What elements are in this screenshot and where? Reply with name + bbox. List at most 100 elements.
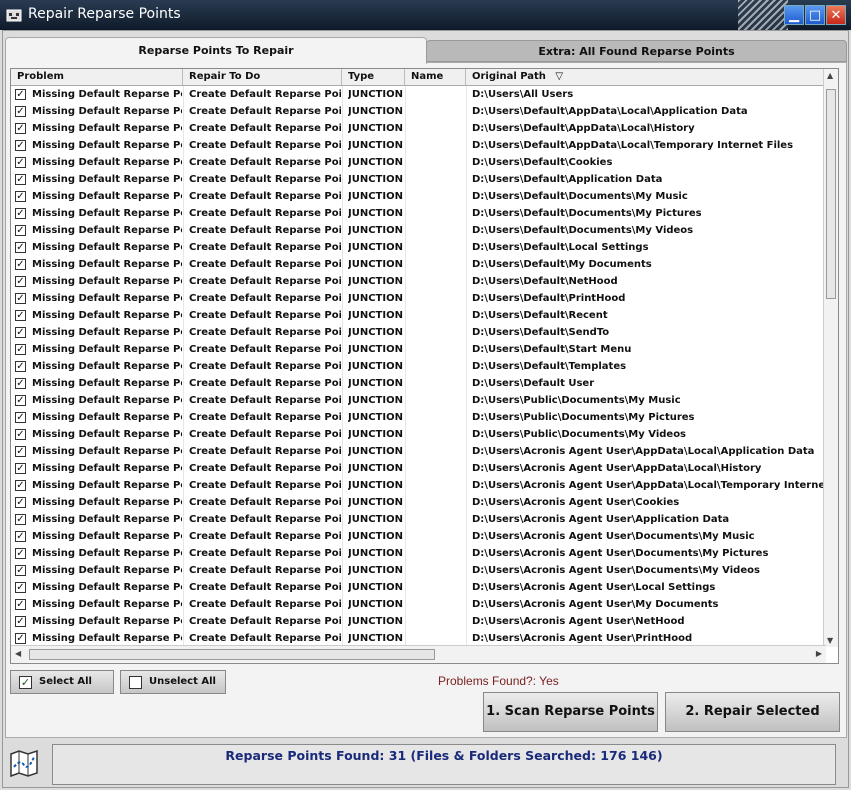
row-checkbox[interactable]: ✓ bbox=[15, 412, 26, 423]
select-all-button[interactable]: ✓ Select All bbox=[10, 670, 114, 694]
column-header-problem[interactable]: Problem bbox=[11, 69, 183, 85]
table-row[interactable]: ✓ Missing Default Reparse Point Create Def… bbox=[11, 511, 826, 528]
table-row[interactable]: ✓ Missing Default Reparse Point Create Def… bbox=[11, 375, 826, 392]
table-row[interactable]: ✓ Missing Default Reparse Point Create Def… bbox=[11, 86, 826, 103]
tab-reparse-points-to-repair[interactable]: Reparse Points To Repair bbox=[5, 37, 427, 64]
table-row[interactable]: ✓ Missing Default Reparse Point Create Def… bbox=[11, 460, 826, 477]
table-row[interactable]: ✓ Missing Default Reparse Point Create Def… bbox=[11, 443, 826, 460]
horizontal-scrollbar[interactable]: ◀ ▶ bbox=[11, 645, 826, 663]
close-button[interactable]: ✕ bbox=[826, 5, 846, 25]
column-header-type[interactable]: Type bbox=[342, 69, 405, 85]
table-row[interactable]: ✓ Missing Default Reparse Point Create Def… bbox=[11, 545, 826, 562]
row-checkbox[interactable]: ✓ bbox=[15, 514, 26, 525]
row-checkbox[interactable]: ✓ bbox=[15, 395, 26, 406]
row-checkbox[interactable]: ✓ bbox=[15, 633, 26, 644]
row-checkbox[interactable]: ✓ bbox=[15, 225, 26, 236]
table-row[interactable]: ✓ Missing Default Reparse Point Create Def… bbox=[11, 358, 826, 375]
table-row[interactable]: ✓ Missing Default Reparse Point Create Def… bbox=[11, 307, 826, 324]
table-row[interactable]: ✓ Missing Default Reparse Point Create Def… bbox=[11, 630, 826, 646]
repair-selected-button[interactable]: 2. Repair Selected bbox=[665, 692, 840, 732]
row-checkbox[interactable]: ✓ bbox=[15, 548, 26, 559]
table-row[interactable]: ✓ Missing Default Reparse Point Create Def… bbox=[11, 154, 826, 171]
table-row[interactable]: ✓ Missing Default Reparse Point Create Def… bbox=[11, 613, 826, 630]
cell-problem: Missing Default Reparse Point bbox=[32, 140, 182, 151]
row-checkbox[interactable]: ✓ bbox=[15, 378, 26, 389]
horizontal-scroll-thumb[interactable] bbox=[29, 649, 435, 660]
vertical-scroll-thumb[interactable] bbox=[826, 89, 836, 299]
unselect-all-checkbox[interactable] bbox=[129, 676, 142, 689]
row-checkbox[interactable]: ✓ bbox=[15, 208, 26, 219]
row-checkbox[interactable]: ✓ bbox=[15, 429, 26, 440]
row-checkbox[interactable]: ✓ bbox=[15, 123, 26, 134]
table-row[interactable]: ✓ Missing Default Reparse Point Create Def… bbox=[11, 103, 826, 120]
row-checkbox[interactable]: ✓ bbox=[15, 191, 26, 202]
table-row[interactable]: ✓ Missing Default Reparse Point Create Def… bbox=[11, 409, 826, 426]
row-checkbox[interactable]: ✓ bbox=[15, 497, 26, 508]
table-row[interactable]: ✓ Missing Default Reparse Point Create Def… bbox=[11, 324, 826, 341]
table-row[interactable]: ✓ Missing Default Reparse Point Create Def… bbox=[11, 528, 826, 545]
row-checkbox[interactable]: ✓ bbox=[15, 310, 26, 321]
table-row[interactable]: ✓ Missing Default Reparse Point Create Def… bbox=[11, 426, 826, 443]
table-row[interactable]: ✓ Missing Default Reparse Point Create Def… bbox=[11, 341, 826, 358]
row-checkbox[interactable]: ✓ bbox=[15, 327, 26, 338]
table-row[interactable]: ✓ Missing Default Reparse Point Create Def… bbox=[11, 205, 826, 222]
table-row[interactable]: ✓ Missing Default Reparse Point Create Def… bbox=[11, 596, 826, 613]
row-checkbox[interactable]: ✓ bbox=[15, 89, 26, 100]
table-row[interactable]: ✓ Missing Default Reparse Point Create Def… bbox=[11, 256, 826, 273]
row-checkbox[interactable]: ✓ bbox=[15, 174, 26, 185]
row-checkbox[interactable]: ✓ bbox=[15, 242, 26, 253]
table-row[interactable]: ✓ Missing Default Reparse Point Create Def… bbox=[11, 120, 826, 137]
table-row[interactable]: ✓ Missing Default Reparse Point Create Def… bbox=[11, 188, 826, 205]
row-checkbox[interactable]: ✓ bbox=[15, 599, 26, 610]
cell-original-path: D:\Users\Public\Documents\My Pictures bbox=[472, 412, 695, 423]
tab-all-found-reparse-points[interactable]: Extra: All Found Reparse Points bbox=[426, 40, 847, 62]
row-checkbox[interactable]: ✓ bbox=[15, 293, 26, 304]
select-all-checkbox[interactable]: ✓ bbox=[19, 676, 32, 689]
table-row[interactable]: ✓ Missing Default Reparse Point Create Def… bbox=[11, 392, 826, 409]
unselect-all-button[interactable]: Unselect All bbox=[120, 670, 226, 694]
table-row[interactable]: ✓ Missing Default Reparse Point Create Def… bbox=[11, 171, 826, 188]
row-checkbox[interactable]: ✓ bbox=[15, 361, 26, 372]
table-row[interactable]: ✓ Missing Default Reparse Point Create Def… bbox=[11, 273, 826, 290]
cell-original-path: D:\Users\Default\SendTo bbox=[472, 327, 610, 338]
cell-repair-to-do: Create Default Reparse Point bbox=[189, 157, 341, 168]
row-checkbox[interactable]: ✓ bbox=[15, 463, 26, 474]
row-checkbox[interactable]: ✓ bbox=[15, 276, 26, 287]
vertical-scrollbar[interactable]: ▲ ▼ bbox=[823, 69, 838, 647]
title-bar: Repair Reparse Points ▁ □ ✕ bbox=[0, 0, 851, 30]
cell-problem: Missing Default Reparse Point bbox=[32, 565, 182, 576]
maximize-button[interactable]: □ bbox=[805, 5, 825, 25]
table-row[interactable]: ✓ Missing Default Reparse Point Create Def… bbox=[11, 222, 826, 239]
table-row[interactable]: ✓ Missing Default Reparse Point Create Def… bbox=[11, 477, 826, 494]
row-checkbox[interactable]: ✓ bbox=[15, 531, 26, 542]
cell-repair-to-do: Create Default Reparse Point bbox=[189, 531, 341, 542]
problems-found-label: Problems Found?: Yes bbox=[438, 674, 559, 688]
scroll-left-icon[interactable]: ◀ bbox=[15, 649, 21, 658]
table-row[interactable]: ✓ Missing Default Reparse Point Create Def… bbox=[11, 137, 826, 154]
table-row[interactable]: ✓ Missing Default Reparse Point Create Def… bbox=[11, 290, 826, 307]
column-header-name[interactable]: Name bbox=[405, 69, 466, 85]
scroll-up-icon[interactable]: ▲ bbox=[827, 71, 833, 80]
table-row[interactable]: ✓ Missing Default Reparse Point Create Def… bbox=[11, 239, 826, 256]
row-checkbox[interactable]: ✓ bbox=[15, 157, 26, 168]
column-header-repair-to-do[interactable]: Repair To Do bbox=[183, 69, 342, 85]
row-checkbox[interactable]: ✓ bbox=[15, 480, 26, 491]
row-checkbox[interactable]: ✓ bbox=[15, 140, 26, 151]
row-checkbox[interactable]: ✓ bbox=[15, 565, 26, 576]
cell-repair-to-do: Create Default Reparse Point bbox=[189, 633, 341, 644]
row-checkbox[interactable]: ✓ bbox=[15, 616, 26, 627]
row-checkbox[interactable]: ✓ bbox=[15, 106, 26, 117]
row-checkbox[interactable]: ✓ bbox=[15, 582, 26, 593]
row-checkbox[interactable]: ✓ bbox=[15, 259, 26, 270]
scroll-down-icon[interactable]: ▼ bbox=[827, 636, 833, 645]
row-checkbox[interactable]: ✓ bbox=[15, 344, 26, 355]
row-checkbox[interactable]: ✓ bbox=[15, 446, 26, 457]
table-row[interactable]: ✓ Missing Default Reparse Point Create Def… bbox=[11, 494, 826, 511]
table-row[interactable]: ✓ Missing Default Reparse Point Create Def… bbox=[11, 562, 826, 579]
column-header-original-path[interactable]: Original Path ▽ bbox=[466, 69, 826, 85]
scroll-right-icon[interactable]: ▶ bbox=[816, 649, 822, 658]
minimize-button[interactable]: ▁ bbox=[784, 5, 804, 25]
cell-problem: Missing Default Reparse Point bbox=[32, 446, 182, 457]
table-row[interactable]: ✓ Missing Default Reparse Point Create Def… bbox=[11, 579, 826, 596]
scan-reparse-points-button[interactable]: 1. Scan Reparse Points bbox=[483, 692, 658, 732]
